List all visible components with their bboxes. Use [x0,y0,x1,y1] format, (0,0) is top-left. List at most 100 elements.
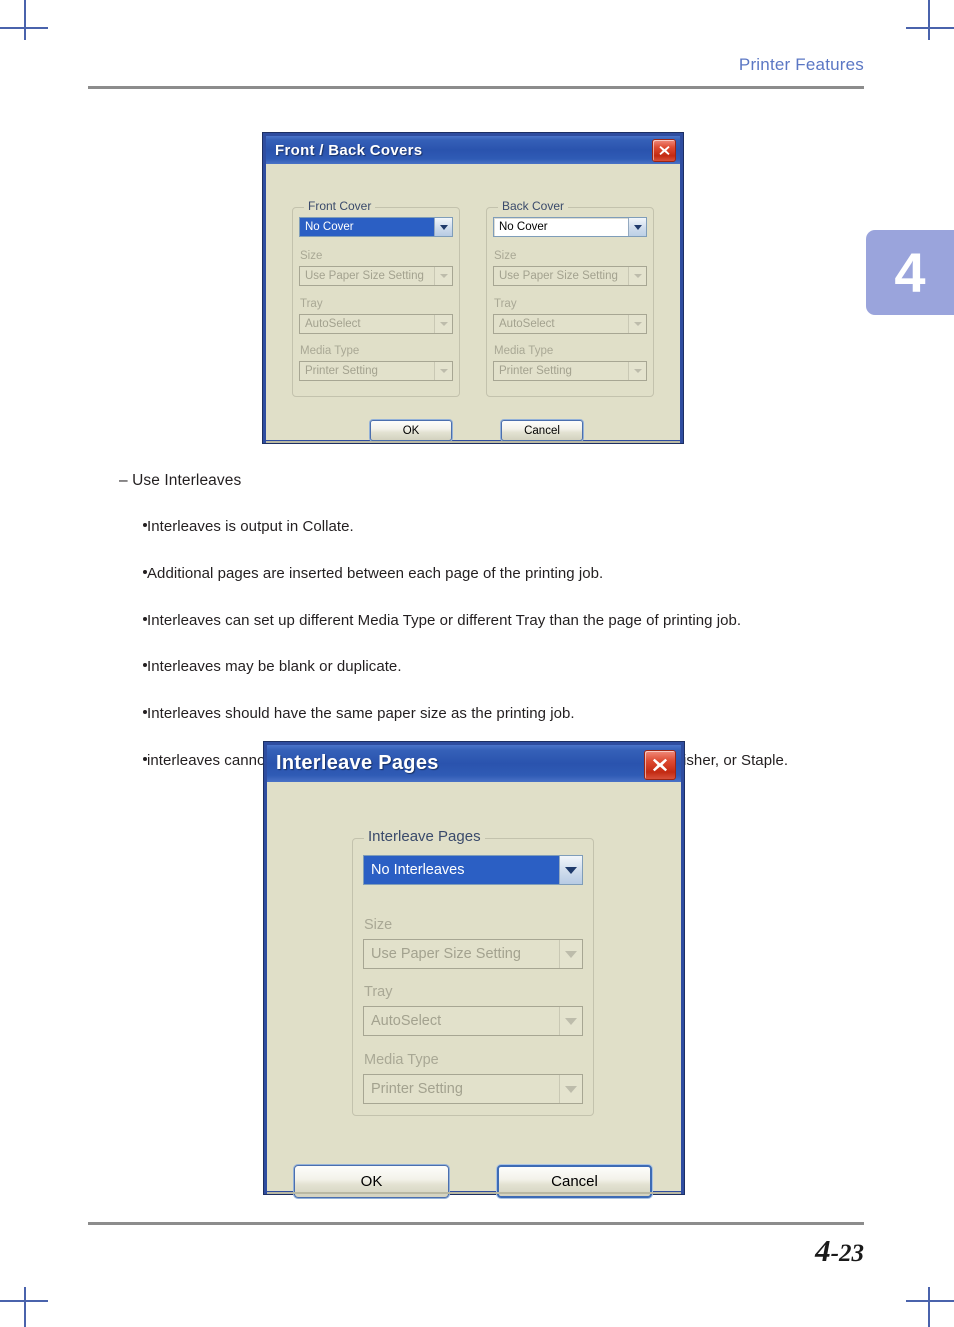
list-item: Interleaves is output in Collate. [119,516,879,538]
front-cover-tray-label: Tray [300,298,323,310]
back-cover-size-value: Use Paper Size Setting [499,270,618,282]
chevron-down-icon [559,940,582,968]
front-cover-size-value: Use Paper Size Setting [305,270,424,282]
list-item: Interleaves may be blank or duplicate. [119,656,879,678]
front-cover-select-value: No Cover [300,218,434,236]
back-cover-media-value: Printer Setting [499,365,572,377]
covers-cancel-button[interactable]: Cancel [501,420,583,441]
dialog-title: Front / Back Covers [275,141,423,159]
front-cover-media-select: Printer Setting [299,361,453,381]
section-heading: – Use Interleaves [119,472,242,489]
dialog-bottom-edge [266,441,680,443]
back-cover-media-select: Printer Setting [493,361,647,381]
front-cover-media-label: Media Type [300,345,360,357]
page-number-value: 23 [839,1240,864,1267]
crop-mark-bottom-left-vertical [24,1287,26,1327]
bullet-icon [143,756,147,761]
page-title: Printer Features [738,55,864,74]
front-cover-select[interactable]: No Cover [299,217,453,237]
chevron-down-icon [559,1075,582,1103]
interleave-pages-select[interactable]: No Interleaves [363,855,583,885]
chevron-down-icon [434,362,452,380]
interleave-media-value: Printer Setting [371,1081,463,1097]
chevron-down-icon [434,267,452,285]
back-cover-group-label: Back Cover [498,199,569,213]
front-cover-group-label: Front Cover [304,199,376,213]
header-divider [88,86,864,89]
list-item-text: Interleaves is output in Collate. [147,518,354,535]
chapter-number: 4 [894,240,926,304]
crop-mark-bottom-left-horizontal [0,1300,48,1302]
bullet-icon [143,616,147,621]
chevron-down-icon[interactable] [628,218,646,236]
close-icon[interactable] [644,750,676,780]
dialog-body: Front Cover No Cover Size Use Paper Size… [266,164,680,443]
page-number: 4-23 [88,1233,864,1269]
back-cover-media-label: Media Type [494,345,554,357]
front-cover-size-select: Use Paper Size Setting [299,266,453,286]
back-cover-size-select: Use Paper Size Setting [493,266,647,286]
chevron-down-icon [628,267,646,285]
interleave-size-value: Use Paper Size Setting [371,946,521,962]
back-cover-tray-select: AutoSelect [493,314,647,334]
chevron-down-icon[interactable] [559,856,582,884]
interleave-size-label: Size [364,917,393,933]
list-item: Interleaves can set up different Media T… [119,610,879,632]
chevron-down-icon [559,1007,582,1035]
interleave-tray-value: AutoSelect [371,1013,442,1029]
bullet-list: Interleaves is output in Collate. Additi… [119,516,879,772]
crop-mark-bottom-right-horizontal [906,1300,954,1302]
bullet-icon [143,710,147,714]
list-item-text: Additional pages are inserted between ea… [147,564,604,582]
crop-mark-bottom-right-vertical [928,1287,930,1327]
covers-ok-button[interactable]: OK [370,420,452,441]
list-item: Additional pages are inserted between ea… [119,563,879,585]
body-copy: – Use Interleaves Interleaves is output … [119,472,879,772]
interleave-size-select: Use Paper Size Setting [363,939,583,969]
interleave-media-label: Media Type [364,1052,439,1068]
chevron-down-icon [628,315,646,333]
dialog-titlebar[interactable]: Interleave Pages [267,742,681,782]
front-cover-media-value: Printer Setting [305,365,378,377]
covers-cancel-label: Cancel [524,424,560,437]
interleave-pages-group-label: Interleave Pages [364,828,485,845]
back-cover-select-value: No Cover [499,221,548,233]
page-number-chapter: 4 [815,1233,831,1268]
chevron-down-icon [628,362,646,380]
crop-mark-top-right-horizontal [906,27,954,29]
dialog-titlebar[interactable]: Front / Back Covers [266,133,680,164]
bullet-icon [143,569,147,574]
list-item: Interleaves should have the same paper s… [119,703,879,725]
chevron-down-icon[interactable] [434,218,452,236]
interleave-pages-dialog: Interleave Pages Interleave Pages No Int… [264,742,684,1198]
close-icon[interactable] [652,139,676,162]
list-item-text: Interleaves can set up different Media T… [147,611,742,629]
front-back-covers-dialog: Front / Back Covers Front Cover No Cover… [263,133,683,443]
back-cover-size-label: Size [494,250,517,262]
chapter-tab: 4 [866,230,954,315]
back-cover-tray-value: AutoSelect [499,318,555,330]
dialog-body: Interleave Pages No Interleaves Size Use… [267,782,681,1198]
list-item-text: Interleaves may be blank or duplicate. [147,658,402,676]
interleave-cancel-label: Cancel [551,1173,598,1190]
list-item-text: Interleaves should have the same paper s… [147,705,575,722]
covers-ok-label: OK [402,424,420,437]
front-cover-tray-value: AutoSelect [305,318,361,330]
back-cover-select[interactable]: No Cover [493,217,647,237]
front-cover-tray-select: AutoSelect [299,314,453,334]
footer-divider [88,1222,864,1225]
interleave-tray-label: Tray [364,984,393,1000]
front-cover-size-label: Size [300,250,323,262]
crop-mark-top-right-vertical [928,0,930,40]
page-header: Printer Features [88,55,864,89]
interleave-pages-select-value: No Interleaves [364,856,559,884]
bullet-icon [143,523,147,527]
interleave-media-select: Printer Setting [363,1074,583,1104]
dialog-bottom-edge [267,1192,681,1194]
crop-mark-top-left-horizontal [0,27,48,29]
interleave-tray-select: AutoSelect [363,1006,583,1036]
chevron-down-icon [434,315,452,333]
page-number-separator: - [830,1240,839,1267]
back-cover-tray-label: Tray [494,298,517,310]
page-footer: 4-23 [88,1222,864,1269]
